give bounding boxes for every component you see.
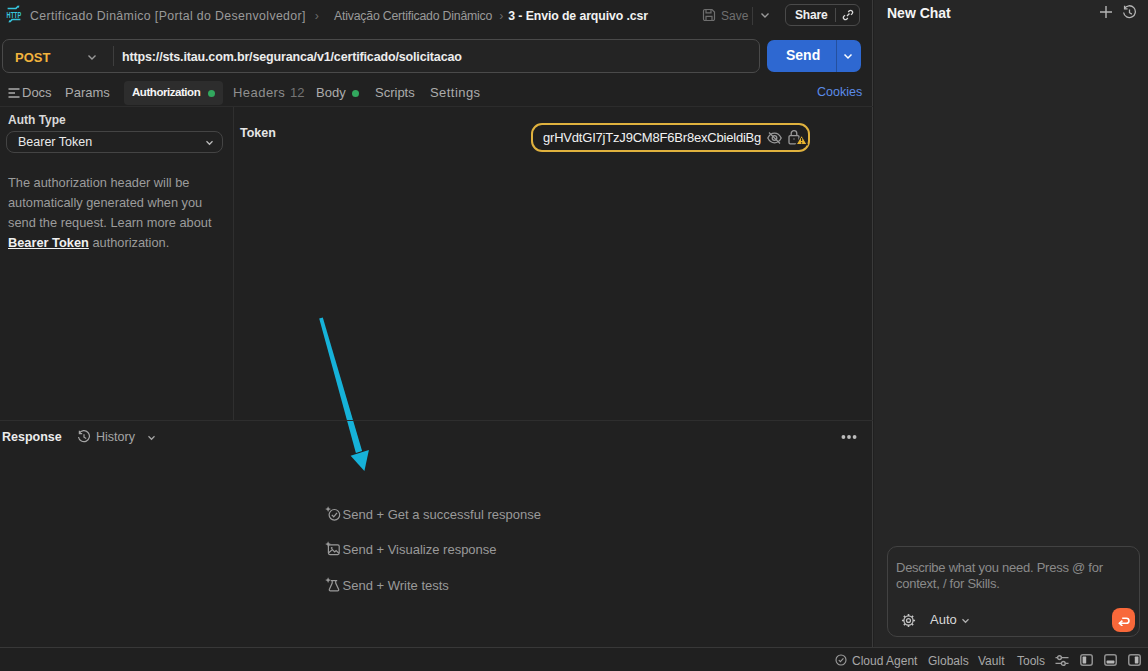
svg-text:HTTP: HTTP — [7, 9, 22, 20]
